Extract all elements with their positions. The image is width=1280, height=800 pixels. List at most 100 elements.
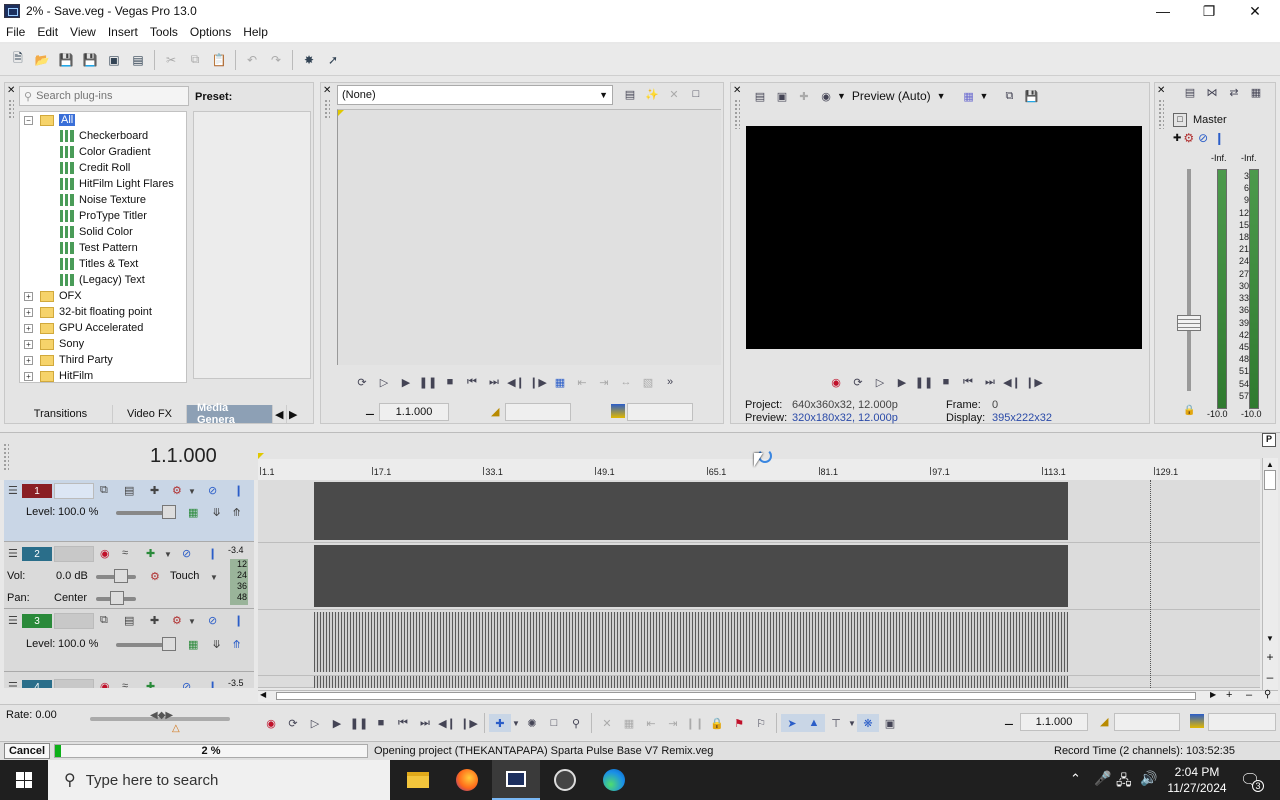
composite-mode-icon[interactable]: ▦ [188, 506, 198, 519]
track-fx-icon[interactable]: ✚ [146, 547, 155, 560]
loop-icon[interactable]: ⟳ [351, 373, 373, 391]
track-name-field[interactable] [54, 679, 94, 688]
trimmer-selection-field[interactable] [505, 403, 571, 421]
solo-icon[interactable]: ❙ [234, 484, 243, 497]
loop-icon[interactable]: ⟳ [847, 373, 869, 391]
trim-start-icon[interactable]: ⇤ [640, 714, 662, 732]
track-fx-icon[interactable]: ⚙ [172, 484, 182, 497]
level-slider-knob[interactable] [162, 505, 176, 519]
plugin-tree-item[interactable]: + OFX [20, 288, 186, 304]
open-icon[interactable]: 📂 [31, 49, 53, 71]
render-icon[interactable]: ▣ [103, 49, 125, 71]
chevron-down-icon[interactable]: ▼ [164, 550, 172, 559]
chevron-down-icon[interactable]: ▼ [980, 91, 989, 101]
tray-chevron-up-icon[interactable]: ⌃ [1070, 771, 1081, 787]
track-lane-4[interactable] [258, 676, 1260, 688]
explode-icon[interactable]: ✸ [298, 49, 320, 71]
preview-fx-icon[interactable]: ◉ [815, 87, 837, 105]
video-event[interactable] [314, 482, 1068, 540]
panel-grip[interactable] [1158, 99, 1164, 129]
expand-icon[interactable]: + [24, 291, 33, 301]
plugin-tree-item[interactable]: +32-bit floating point [20, 304, 186, 320]
go-to-start-icon[interactable]: ⏮ [957, 373, 979, 391]
split-icon[interactable]: ❙❙ [684, 714, 706, 732]
solo-icon[interactable]: ❙ [234, 614, 243, 627]
plugin-tree-item[interactable]: Color Gradient [20, 144, 186, 160]
plugin-tree-item[interactable]: Test Pattern [20, 240, 186, 256]
go-to-start-icon[interactable]: ⏮ [392, 714, 414, 732]
close-button[interactable]: ✕ [1232, 0, 1278, 22]
expand-icon[interactable]: + [24, 355, 33, 365]
record-icon[interactable]: ◉ [825, 373, 847, 391]
stop-icon[interactable]: ■ [439, 373, 461, 391]
network-icon[interactable]: 🖧 [1116, 770, 1132, 794]
tab-video-fx[interactable]: Video FX [113, 405, 187, 423]
go-to-end-icon[interactable]: ⏭ [979, 373, 1001, 391]
auto-crossfade-icon[interactable]: ▲ [803, 714, 825, 732]
redo-icon[interactable]: ↷ [265, 49, 287, 71]
trimmer-view[interactable] [337, 109, 721, 365]
properties-icon[interactable]: ▤ [127, 49, 149, 71]
solo-icon[interactable]: ❙ [1214, 131, 1224, 145]
plugin-tree-item[interactable]: Titles & Text [20, 256, 186, 272]
timeline-vertical-scrollbar[interactable]: ▲ ▼ + – [1262, 458, 1278, 698]
stop-icon[interactable]: ■ [370, 714, 392, 732]
maximize-button[interactable]: ❐ [1186, 0, 1232, 22]
zoom-out-icon[interactable]: – [1263, 670, 1277, 684]
scrollbar-thumb[interactable] [276, 692, 1196, 700]
track-name-field[interactable] [54, 483, 94, 499]
play-from-start-icon[interactable]: ▷ [869, 373, 891, 391]
track-name-field[interactable] [54, 546, 94, 562]
track-name-field[interactable] [54, 613, 94, 629]
trimmer-clear-icon[interactable]: ✕ [663, 85, 685, 103]
preview-screen[interactable] [746, 126, 1142, 349]
taskbar-search[interactable]: ⚲ Type here to search [48, 760, 390, 800]
pan-slider-knob[interactable] [110, 591, 124, 605]
menu-insert[interactable]: Insert [102, 25, 144, 39]
track-lane-2[interactable] [258, 543, 1260, 610]
filmstrip-icon[interactable]: ▧ [637, 373, 659, 391]
automation-mode[interactable]: Touch [170, 570, 199, 582]
plugin-search-input[interactable] [36, 90, 177, 102]
insert-region-icon[interactable]: ⚐ [750, 714, 772, 732]
zoom-in-icon[interactable]: + [1263, 650, 1277, 664]
zoom-tool-icon[interactable]: ⚲ [565, 714, 587, 732]
menu-edit[interactable]: Edit [31, 25, 64, 39]
preset-list[interactable] [193, 111, 311, 379]
obs-icon[interactable] [541, 760, 589, 800]
trimmer-monitor-icon[interactable]: □ [685, 85, 707, 103]
compositing-icon[interactable]: ⧉ [100, 484, 108, 497]
play-icon[interactable]: ▶ [891, 373, 913, 391]
downmix-icon[interactable]: ⋈ [1201, 83, 1223, 101]
invert-phase-icon[interactable]: ≈ [122, 680, 128, 688]
plugin-tree-item[interactable]: Solid Color [20, 224, 186, 240]
save-icon[interactable]: 💾 [55, 49, 77, 71]
master-properties-icon[interactable]: □ [1173, 113, 1187, 127]
parent-motion-icon[interactable]: ▤ [124, 614, 134, 627]
external-monitor-icon[interactable]: ▣ [771, 87, 793, 105]
pin-icon[interactable]: P [1262, 433, 1276, 447]
expand-icon[interactable]: + [24, 371, 33, 381]
move-down-icon[interactable]: ⤋ [212, 506, 221, 519]
chevron-down-icon[interactable]: ▼ [937, 91, 946, 101]
vol-slider-knob[interactable] [114, 569, 128, 583]
trim-end-icon[interactable]: ⇥ [662, 714, 684, 732]
copy-icon[interactable]: ⧉ [184, 49, 206, 71]
audio-event[interactable] [314, 545, 1068, 607]
insert-fx-icon[interactable]: ✚ [1173, 133, 1181, 144]
record-icon[interactable]: ◉ [260, 714, 282, 732]
track-collapse-icon[interactable]: ☰ [8, 547, 18, 560]
zoom-in-icon[interactable]: + [1226, 689, 1232, 701]
timeline-tracks[interactable] [258, 480, 1260, 688]
level-slider-knob[interactable] [162, 637, 176, 651]
plugin-tree-item[interactable]: ProType Titler [20, 208, 186, 224]
scroll-up-icon[interactable]: ▲ [1263, 460, 1277, 469]
cursor-time-display[interactable]: 1.1.000 [150, 445, 217, 468]
mute-icon[interactable]: ⊘ [182, 547, 191, 560]
microphone-icon[interactable]: 🎤 [1094, 770, 1111, 787]
trim-left-icon[interactable]: ⇤ [571, 373, 593, 391]
menu-view[interactable]: View [64, 25, 102, 39]
trimmer-length-field[interactable] [627, 403, 693, 421]
prev-frame-icon[interactable]: ◀❙ [1001, 373, 1023, 391]
lock-envelopes-icon[interactable]: ❋ [857, 714, 879, 732]
